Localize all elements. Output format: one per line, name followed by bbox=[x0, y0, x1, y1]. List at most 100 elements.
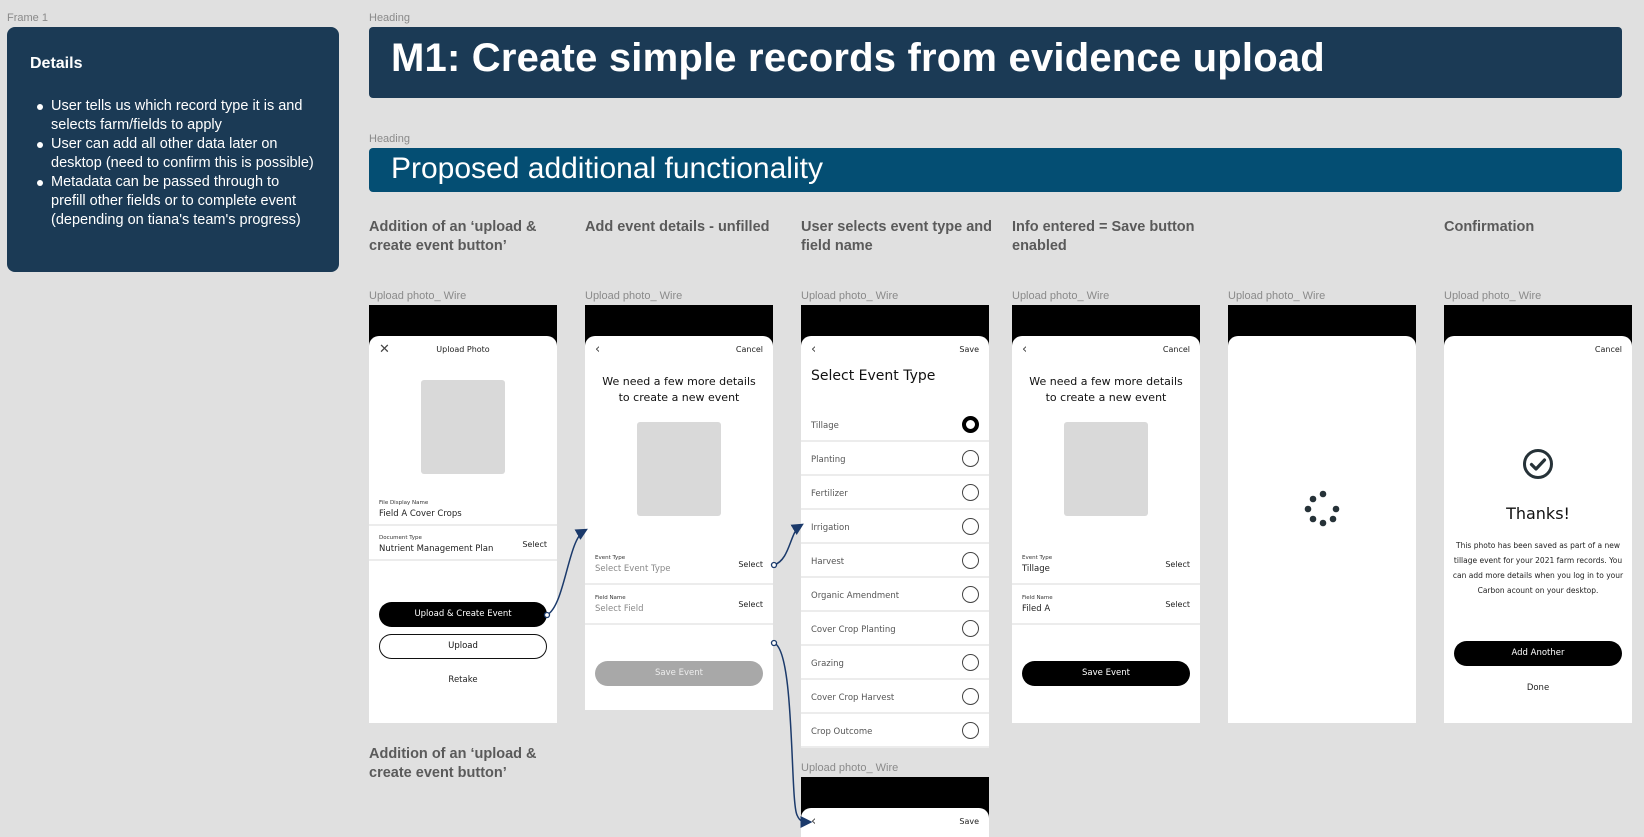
save-link[interactable]: Save bbox=[959, 817, 979, 826]
field-label: File Display Name bbox=[379, 500, 429, 506]
field-label: Field Name bbox=[595, 595, 626, 601]
details-bullet: User can add all other data later on des… bbox=[30, 135, 315, 173]
upload-create-event-button[interactable]: Upload & Create Event bbox=[379, 602, 547, 627]
option-label: Grazing bbox=[811, 659, 844, 669]
done-link[interactable]: Done bbox=[1444, 683, 1632, 693]
select-link[interactable]: Select bbox=[522, 540, 547, 549]
option-label: Irrigation bbox=[811, 523, 850, 533]
save-link[interactable]: Save bbox=[959, 345, 979, 354]
field-label: Field Name bbox=[1022, 595, 1053, 601]
event-details-unfilled-screen: ‹ Cancel We need a few more details to c… bbox=[585, 305, 773, 710]
confirmation-message: This photo has been saved as part of a n… bbox=[1452, 541, 1624, 595]
heading-frame-label: Heading bbox=[369, 133, 410, 145]
event-type-option[interactable]: Harvest bbox=[801, 544, 989, 578]
connector-eventtype-select bbox=[773, 523, 804, 566]
photo-preview bbox=[637, 422, 721, 516]
photo-preview bbox=[421, 380, 505, 474]
chevron-left-icon[interactable]: ‹ bbox=[811, 342, 816, 357]
radio-icon[interactable] bbox=[962, 450, 979, 467]
radio-icon[interactable] bbox=[962, 654, 979, 671]
wire-label: Upload photo_ Wire bbox=[369, 290, 467, 302]
radio-icon[interactable] bbox=[962, 586, 979, 603]
details-title: Details bbox=[30, 55, 83, 72]
option-label: Fertilizer bbox=[811, 489, 848, 499]
event-type-field[interactable]: Event Type Tillage Select bbox=[1012, 547, 1200, 585]
prompt-line: to create a new event bbox=[618, 391, 740, 404]
radio-icon[interactable] bbox=[962, 620, 979, 637]
select-field-screen: ‹ Save bbox=[801, 777, 989, 837]
thanks-title: Thanks! bbox=[1506, 504, 1570, 523]
column-title: Info entered = Save button enabled bbox=[1012, 219, 1195, 254]
field-value: Tillage bbox=[1022, 564, 1050, 574]
radio-icon[interactable] bbox=[962, 552, 979, 569]
radio-icon[interactable] bbox=[962, 688, 979, 705]
field-name-field[interactable]: Field Name Select Field Select bbox=[585, 587, 773, 625]
field-label: Event Type bbox=[595, 555, 626, 561]
prompt-line: We need a few more details bbox=[1029, 375, 1183, 388]
option-label: Cover Crop Harvest bbox=[811, 693, 895, 703]
select-link[interactable]: Select bbox=[1165, 560, 1190, 569]
loading-screen bbox=[1228, 305, 1416, 723]
select-link[interactable]: Select bbox=[1165, 600, 1190, 609]
radio-icon[interactable] bbox=[962, 484, 979, 501]
section-heading: Proposed additional functionality bbox=[369, 148, 1622, 192]
event-details-filled-screen: ‹ Cancel We need a few more details to c… bbox=[1012, 305, 1200, 723]
wire-label: Upload photo_ Wire bbox=[801, 762, 899, 774]
event-type-option[interactable]: Grazing bbox=[801, 646, 989, 680]
field-value: Field A Cover Crops bbox=[379, 509, 462, 519]
upload-button[interactable]: Upload bbox=[379, 634, 547, 659]
event-type-option[interactable]: Crop Outcome bbox=[801, 714, 989, 748]
cancel-link[interactable]: Cancel bbox=[736, 345, 763, 354]
wire-label: Upload photo_ Wire bbox=[801, 290, 899, 302]
option-label: Crop Outcome bbox=[811, 727, 873, 737]
radio-selected-icon[interactable] bbox=[962, 416, 979, 433]
event-type-option[interactable]: Fertilizer bbox=[801, 476, 989, 510]
field-value: Filed A bbox=[1022, 604, 1051, 614]
add-another-button[interactable]: Add Another bbox=[1454, 641, 1622, 666]
heading-frame-label: Heading bbox=[369, 12, 410, 24]
field-label: Event Type bbox=[1022, 555, 1053, 561]
column-title: Add event details - unfilled bbox=[585, 219, 770, 235]
option-label: Cover Crop Planting bbox=[811, 625, 896, 635]
bottom-note: Addition of an ‘upload & create event bu… bbox=[369, 746, 537, 781]
field-name-field[interactable]: Field Name Filed A Select bbox=[1012, 587, 1200, 625]
loading-spinner-icon bbox=[1304, 490, 1340, 527]
cancel-link[interactable]: Cancel bbox=[1163, 345, 1190, 354]
save-event-button-disabled[interactable]: Save Event bbox=[595, 661, 763, 686]
screen-title: Upload Photo bbox=[436, 345, 490, 354]
details-bullet: Metadata can be passed through to prefil… bbox=[30, 173, 315, 230]
field-placeholder: Select Field bbox=[595, 604, 644, 614]
field-value: Nutrient Management Plan bbox=[379, 544, 494, 554]
prompt-line: to create a new event bbox=[1045, 391, 1167, 404]
photo-preview bbox=[1064, 422, 1148, 516]
prompt-line: We need a few more details bbox=[602, 375, 756, 388]
file-name-field[interactable]: File Display Name Field A Cover Crops bbox=[369, 492, 557, 526]
event-type-option[interactable]: Cover Crop Planting bbox=[801, 612, 989, 646]
wire-label: Upload photo_ Wire bbox=[1012, 290, 1110, 302]
event-type-option[interactable]: Irrigation bbox=[801, 510, 989, 544]
save-event-button[interactable]: Save Event bbox=[1022, 661, 1190, 686]
chevron-left-icon[interactable]: ‹ bbox=[1022, 342, 1027, 357]
wire-label: Upload photo_ Wire bbox=[585, 290, 683, 302]
confirmation-screen: Cancel Thanks! This photo has been saved… bbox=[1444, 305, 1632, 723]
chevron-left-icon[interactable]: ‹ bbox=[811, 814, 816, 829]
event-type-option[interactable]: Cover Crop Harvest bbox=[801, 680, 989, 714]
page-title: M1: Create simple records from evidence … bbox=[369, 27, 1622, 98]
column-title: Confirmation bbox=[1444, 219, 1535, 235]
event-type-option[interactable]: Tillage bbox=[801, 408, 989, 442]
chevron-left-icon[interactable]: ‹ bbox=[595, 342, 600, 357]
check-circle-icon bbox=[1523, 449, 1553, 479]
retake-link[interactable]: Retake bbox=[369, 675, 557, 685]
document-type-field[interactable]: Document Type Nutrient Management Plan S… bbox=[369, 527, 557, 561]
option-label: Organic Amendment bbox=[811, 591, 900, 601]
select-link[interactable]: Select bbox=[738, 600, 763, 609]
details-bullet: User tells us which record type it is an… bbox=[30, 97, 315, 135]
event-type-option[interactable]: Organic Amendment bbox=[801, 578, 989, 612]
radio-icon[interactable] bbox=[962, 518, 979, 535]
event-type-field[interactable]: Event Type Select Event Type Select bbox=[585, 547, 773, 585]
option-label: Tillage bbox=[811, 421, 839, 431]
select-link[interactable]: Select bbox=[738, 560, 763, 569]
radio-icon[interactable] bbox=[962, 722, 979, 739]
event-type-option[interactable]: Planting bbox=[801, 442, 989, 476]
cancel-link[interactable]: Cancel bbox=[1595, 345, 1622, 354]
